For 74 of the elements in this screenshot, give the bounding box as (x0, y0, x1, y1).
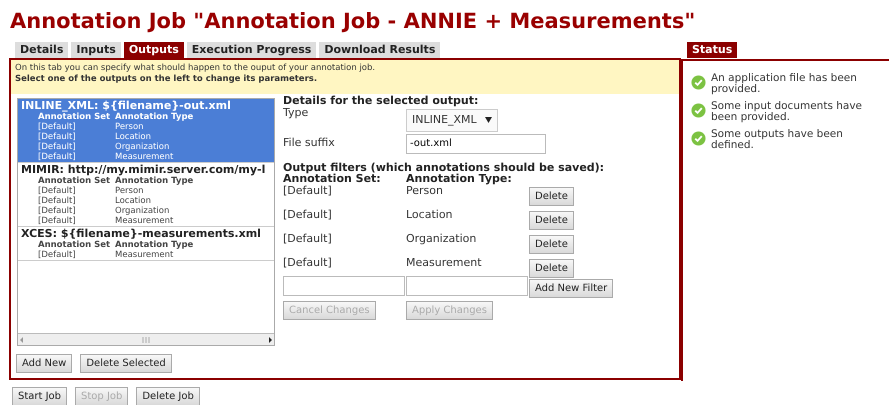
status-tab[interactable]: Status (687, 42, 738, 58)
tab[interactable]: Execution Progress (186, 42, 316, 58)
column-header: Annotation Set (38, 240, 112, 250)
info-instruction: Select one of the outputs on the left to change its parameters. (15, 74, 318, 85)
annotation-set: [Default] (38, 152, 77, 162)
info-text: On this tab you can specify what should happen to the ouput of your annotation job. (15, 63, 376, 74)
annotation-type: Measurement (406, 256, 483, 268)
tab[interactable]: Outputs (124, 42, 184, 58)
annotation-set: [Default] (283, 232, 333, 244)
dropdown-arrow-icon[interactable] (484, 117, 492, 124)
list-button[interactable]: Add New (16, 354, 72, 373)
annotation-type: Organization (406, 232, 478, 244)
annotation-set: [Default] (38, 206, 77, 216)
job-button[interactable]: Start Job (12, 386, 68, 405)
output-title: XCES: ${filename}-measurements.xml (21, 228, 262, 240)
status-text: An application file has been provided. (711, 72, 858, 94)
annotation-set: [Default] (38, 122, 77, 132)
annotation-type: Location (406, 208, 454, 220)
scroll-right-icon[interactable] (266, 336, 274, 344)
annotation-set: [Default] (38, 196, 77, 206)
annotation-type: Measurement (115, 152, 174, 162)
filter-type-field[interactable] (406, 276, 528, 296)
page-title: Annotation Job "Annotation Job - ANNIE + Measurements" (10, 8, 696, 34)
annotation-type: Measurement (115, 250, 174, 260)
column-header: Annotation Set (38, 176, 112, 186)
delete-button[interactable]: Delete (529, 210, 574, 230)
annotation-type: Person (115, 122, 144, 132)
scroll-left-icon[interactable] (18, 336, 26, 344)
job-button[interactable]: Delete Job (136, 386, 200, 405)
delete-button[interactable]: Delete (529, 186, 574, 206)
output-title: INLINE_XML: ${filename}-out.xml (21, 100, 232, 112)
filter-set-field[interactable] (283, 276, 405, 296)
suffix-label: File suffix (283, 136, 336, 148)
tab[interactable]: Download Results (319, 42, 440, 58)
output-item[interactable]: XCES: ${filename}-measurements.xml Annotation Set Annotation Type [Default] Measurement (18, 227, 274, 261)
suffix-field[interactable]: -out.xml (406, 134, 546, 154)
annotation-set: [Default] (38, 142, 77, 152)
details-heading: Details for the selected output: (283, 95, 480, 106)
annotation-type: Organization (115, 142, 170, 152)
annotation-type: Measurement (115, 216, 174, 226)
status-text: Some input documents have been provided. (711, 100, 864, 122)
delete-button[interactable]: Delete (529, 258, 574, 278)
column-header: Annotation Type (115, 112, 194, 122)
annotation-set: [Default] (38, 216, 77, 226)
output-title: MIMIR: http://my.mimir.server.com/my-l (21, 164, 266, 176)
column-header: Annotation Type (115, 240, 194, 250)
column-header: Annotation Set (38, 112, 112, 122)
annotation-type: Person (115, 186, 144, 196)
annotation-set: [Default] (283, 208, 333, 220)
annotation-set: [Default] (283, 256, 333, 268)
annotation-set: [Default] (38, 186, 77, 196)
annotation-set: [Default] (38, 250, 77, 260)
annotation-type: Organization (115, 206, 170, 216)
column-header: Annotation Set: (283, 172, 381, 184)
annotation-set: [Default] (283, 184, 333, 196)
annotation-set: [Default] (38, 132, 77, 142)
delete-button[interactable]: Delete (529, 234, 574, 254)
tab[interactable]: Details (15, 42, 68, 58)
grip-icon[interactable] (142, 336, 150, 342)
annotation-type: Location (115, 132, 151, 142)
column-header: Annotation Type (115, 176, 194, 186)
tab[interactable]: Inputs (71, 42, 121, 58)
horizontal-scrollbar[interactable] (18, 333, 274, 345)
output-item[interactable]: MIMIR: http://my.mimir.server.com/my-l Annotation Set Annotation Type [Default] Person [Default] Location [Default] Organization [Default] Measurement (18, 163, 274, 227)
annotation-type: Person (406, 184, 444, 196)
add-filter-button[interactable]: Add New Filter (529, 278, 614, 298)
status-text: Some outputs have been defined. (711, 128, 844, 150)
type-label: Type (283, 106, 310, 119)
list-button[interactable]: Delete Selected (80, 354, 172, 373)
filters-heading: Output filters (which annotations should be saved): (283, 162, 606, 172)
annotation-type: Location (115, 196, 151, 206)
type-select[interactable]: INLINE_XML (406, 109, 498, 132)
output-item[interactable]: INLINE_XML: ${filename}-out.xml Annotation Set Annotation Type [Default] Person [Default] Location [Default] Organization [Default] Measurement (18, 99, 274, 163)
column-header: Annotation Type: (406, 172, 513, 184)
